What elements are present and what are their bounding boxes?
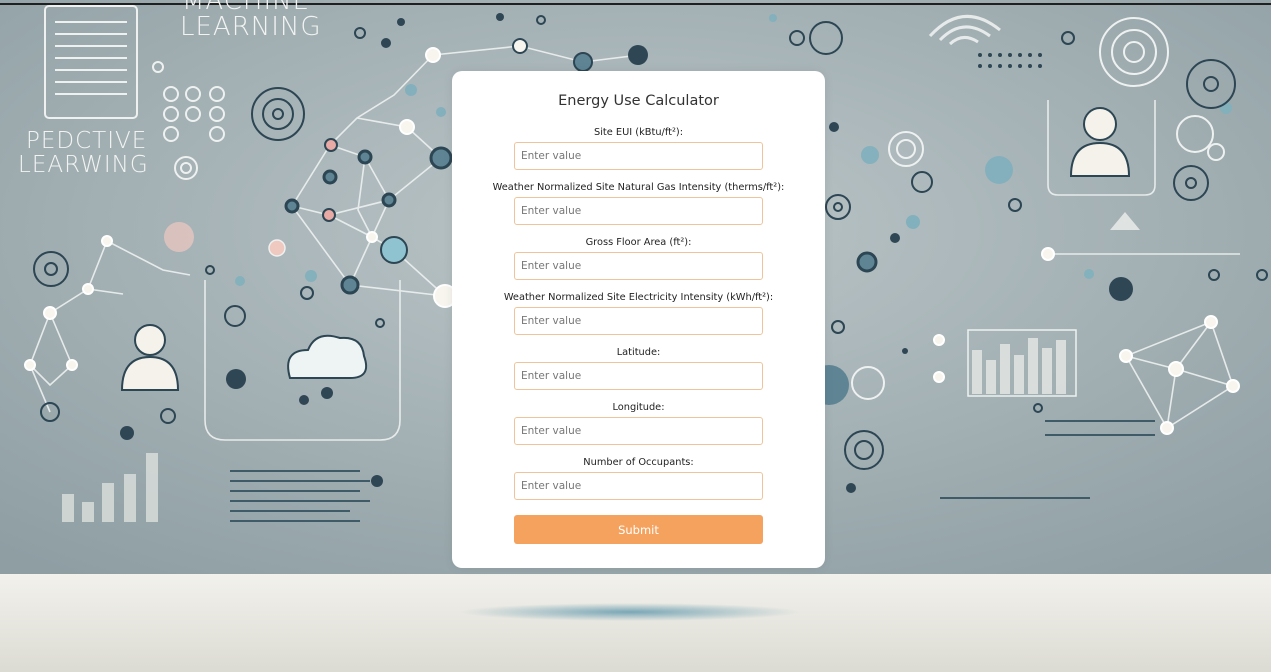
electricity-intensity-input[interactable] — [514, 307, 763, 335]
longitude-label: Longitude: — [612, 402, 665, 413]
submit-button[interactable]: Submit — [514, 515, 763, 544]
site-eui-label: Site EUI (kBtu/ft²): — [593, 127, 684, 138]
background-side-line1: PEDCTIVE — [26, 128, 148, 154]
natural-gas-intensity-label: Weather Normalized Site Natural Gas Inte… — [492, 182, 785, 193]
energy-calculator-card: Energy Use Calculator Site EUI (kBtu/ft²… — [452, 71, 825, 568]
electricity-intensity-label: Weather Normalized Site Electricity Inte… — [503, 292, 774, 303]
background-side-line2: LEARWING — [18, 152, 149, 178]
site-eui-input[interactable] — [514, 142, 763, 170]
natural-gas-intensity-input[interactable] — [514, 197, 763, 225]
gross-floor-area-input[interactable] — [514, 252, 763, 280]
longitude-input[interactable] — [514, 417, 763, 445]
number-of-occupants-label: Number of Occupants: — [583, 457, 694, 468]
latitude-input[interactable] — [514, 362, 763, 390]
form-title: Energy Use Calculator — [558, 93, 719, 109]
latitude-label: Latitude: — [616, 347, 661, 358]
gross-floor-area-label: Gross Floor Area (ft²): — [585, 237, 692, 248]
number-of-occupants-input[interactable] — [514, 472, 763, 500]
background-headline-bottom: LEARNING — [180, 12, 322, 42]
